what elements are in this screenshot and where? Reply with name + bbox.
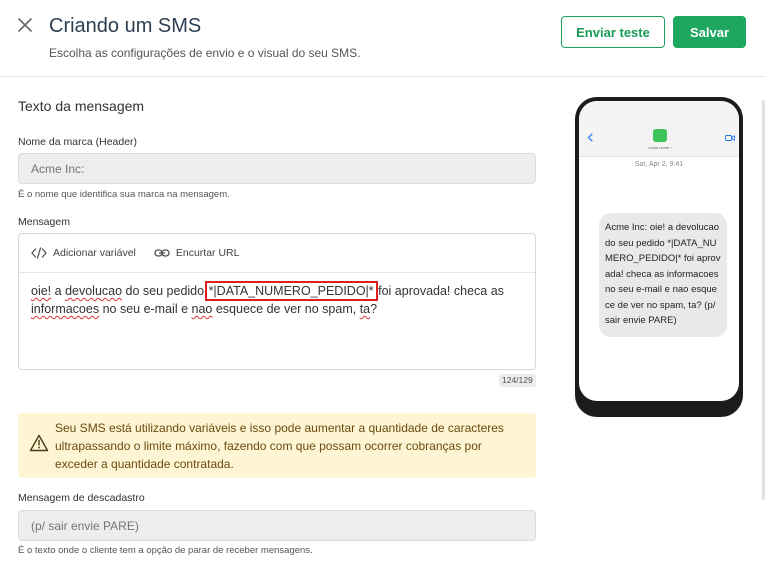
chevron-left-icon (587, 133, 593, 142)
link-icon (154, 249, 170, 257)
messages-icon (653, 129, 667, 142)
page-header: Criando um SMS Escolha as configurações … (0, 0, 765, 77)
message-editor: Adicionar variável Encurtar URL oie! a d… (18, 233, 536, 370)
unsubscribe-input[interactable] (18, 510, 536, 541)
add-variable-label: Adicionar variável (53, 247, 136, 259)
code-icon (31, 247, 47, 259)
save-button[interactable]: Salvar (673, 16, 746, 48)
close-icon[interactable] (14, 14, 36, 36)
add-variable-button[interactable]: Adicionar variável (31, 247, 136, 259)
message-bubble: Acme Inc: oie! a devolucao do seu pedido… (599, 213, 727, 337)
message-date: Sat, Apr 2, 9:41 (634, 161, 684, 168)
contact-name: conta.nome › (648, 145, 672, 150)
page-subtitle: Escolha as configurações de envio e o vi… (49, 46, 361, 60)
misspelled-word: nao (191, 302, 213, 316)
character-counter: 124/129 (499, 374, 536, 387)
message-text-segment: do seu pedido (122, 284, 208, 298)
brand-name-helper: É o nome que identifica sua marca na men… (18, 189, 230, 200)
message-toolbar: Adicionar variável Encurtar URL (19, 234, 535, 273)
misspelled-word: informacoes (31, 302, 100, 316)
brand-name-input[interactable] (18, 153, 536, 184)
phone-preview: conta.nome › Sat, Apr 2, 9:41 Acme Inc: … (575, 97, 743, 417)
send-test-button[interactable]: Enviar teste (561, 16, 665, 48)
shorten-url-label: Encurtar URL (175, 247, 240, 259)
video-icon (725, 135, 735, 141)
shorten-url-button[interactable]: Encurtar URL (154, 247, 240, 259)
misspelled-word: ta (359, 302, 371, 316)
section-title: Texto da mensagem (18, 98, 145, 114)
message-text-segment: ? (370, 302, 378, 316)
page-title: Criando um SMS (49, 15, 202, 37)
variable-tag[interactable]: *|DATA_NUMERO_PEDIDO|* (204, 281, 378, 301)
unsubscribe-helper: É o texto onde o cliente tem a opção de … (18, 545, 313, 556)
message-label: Mensagem (18, 216, 70, 228)
message-text-segment: a (51, 284, 66, 298)
message-text-segment: no seu e-mail e (99, 302, 192, 316)
phone-screen: conta.nome › Sat, Apr 2, 9:41 Acme Inc: … (579, 101, 739, 401)
alert-text: Seu SMS está utilizando variáveis e isso… (55, 421, 504, 471)
brand-name-label: Nome da marca (Header) (18, 136, 138, 148)
warning-alert: Seu SMS está utilizando variáveis e isso… (18, 413, 536, 478)
unsubscribe-label: Mensagem de descadastro (18, 492, 145, 504)
message-textarea[interactable]: oie! a devolucao do seu pedido *|DATA_NU… (19, 273, 535, 327)
warning-icon (29, 434, 49, 452)
misspelled-word: devolucao (65, 284, 123, 298)
message-text-segment: esquece de ver no spam, (212, 302, 360, 316)
misspelled-word: oie! (31, 284, 52, 298)
phone-top-bar: conta.nome › (579, 101, 739, 157)
message-text-segment: foi aprovada! checa as (374, 284, 504, 298)
